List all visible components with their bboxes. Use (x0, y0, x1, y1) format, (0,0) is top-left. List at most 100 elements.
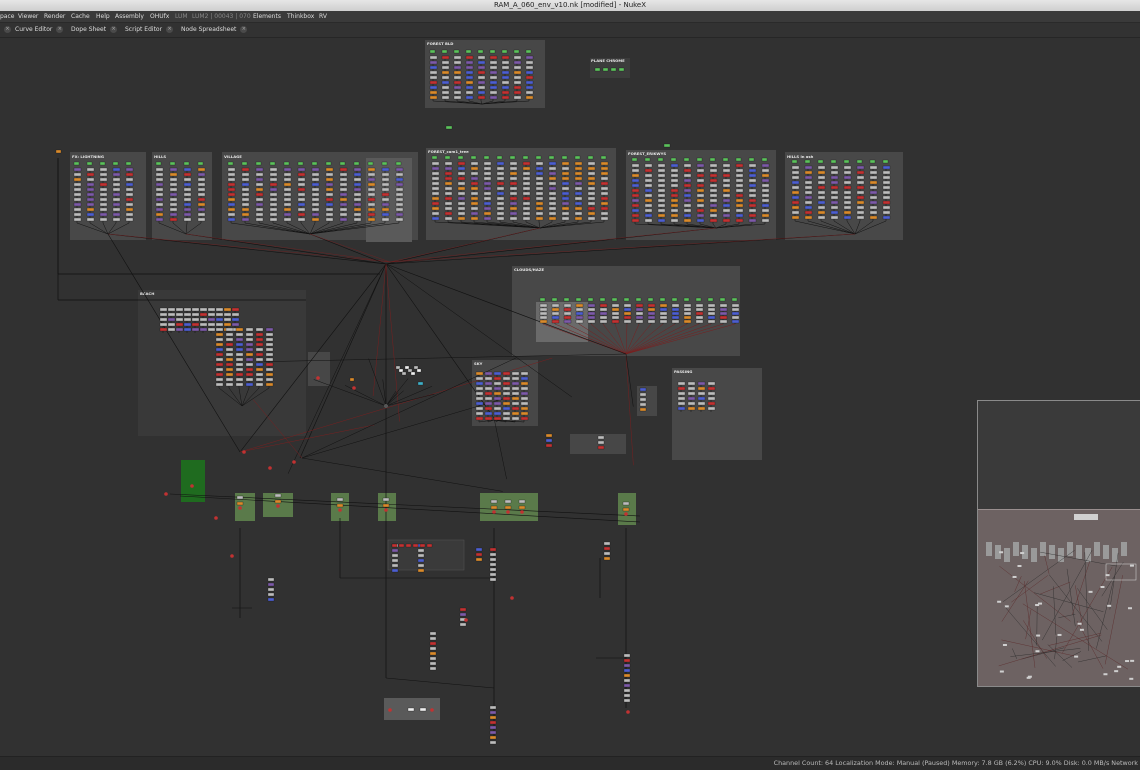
node (391, 558, 399, 563)
close-icon[interactable]: × (166, 26, 174, 33)
node (197, 177, 206, 182)
node (255, 347, 264, 352)
node-dot (352, 386, 356, 390)
node (522, 155, 529, 160)
menu-item-help[interactable]: Help (96, 11, 110, 22)
node (465, 85, 474, 90)
node (227, 217, 236, 222)
node (245, 377, 254, 382)
menu-item-rv[interactable]: RV (319, 11, 327, 22)
node (199, 317, 208, 322)
menu-item-lum2[interactable]: LUM2 | 00043 | 070 (192, 11, 251, 22)
node (597, 440, 605, 445)
node (353, 207, 362, 212)
node (561, 186, 570, 191)
node (709, 178, 718, 183)
node (241, 202, 250, 207)
node (183, 192, 192, 197)
node (856, 190, 865, 195)
close-icon[interactable]: × (240, 26, 248, 33)
node (297, 172, 306, 177)
node (735, 178, 744, 183)
minimap-viewport[interactable] (978, 509, 1140, 686)
node (707, 396, 716, 401)
tab-close-previous[interactable]: × (0, 25, 11, 35)
node (561, 211, 570, 216)
minimap-layer (986, 514, 1137, 680)
tab-script-editor[interactable]: Script Editor × (125, 25, 174, 35)
node (882, 185, 891, 190)
node (535, 186, 544, 191)
node (623, 698, 631, 703)
tab-curve-editor[interactable]: Curve Editor × (15, 25, 64, 35)
node (73, 212, 82, 217)
menu-item-workspace[interactable]: pace (0, 11, 14, 22)
node (112, 177, 121, 182)
minimap-node (1077, 622, 1082, 625)
node (520, 401, 529, 406)
node (520, 411, 529, 416)
menu-item-elements[interactable]: Elements (253, 11, 281, 22)
node (429, 85, 438, 90)
node-dot (238, 506, 242, 510)
node (511, 386, 520, 391)
node (709, 157, 716, 162)
node (367, 172, 376, 177)
tab-node-spreadsheet[interactable]: Node Spreadsheet × (181, 25, 248, 35)
close-icon[interactable]: × (4, 26, 11, 33)
node (496, 196, 505, 201)
node (830, 205, 839, 210)
node (513, 90, 522, 95)
node (431, 181, 440, 186)
node (112, 192, 121, 197)
node (539, 307, 548, 312)
node (325, 192, 334, 197)
menu-item-viewer[interactable]: Viewer (18, 11, 38, 22)
close-icon[interactable]: × (56, 26, 64, 33)
node (175, 322, 184, 327)
node (563, 311, 572, 316)
status-text: Channel Count: 64 Localization Mode: Man… (773, 759, 1138, 767)
menu-item-render[interactable]: Render (44, 11, 65, 22)
node-graph-canvas[interactable]: FOREST BLD FX: LIGHTNING HILLS VILLAGE F… (0, 38, 1140, 756)
node (520, 381, 529, 386)
minimap-node (1012, 575, 1017, 578)
node (353, 161, 360, 166)
node (623, 678, 631, 683)
node (197, 217, 206, 222)
node (683, 188, 692, 193)
node (735, 188, 744, 193)
node-graph[interactable]: FOREST BLD FX: LIGHTNING HILLS VILLAGE F… (0, 38, 1140, 756)
node (241, 161, 248, 166)
menu-item-ohufx[interactable]: OHUfx (150, 11, 169, 22)
node (501, 49, 508, 54)
node (225, 347, 234, 352)
graph-minimap[interactable] (977, 400, 1140, 687)
node (856, 185, 865, 190)
node (709, 213, 718, 218)
node (623, 297, 630, 302)
minimap-wire (1075, 585, 1083, 625)
node (199, 322, 208, 327)
menu-item-thinkbox[interactable]: Thinkbox (287, 11, 314, 22)
node (255, 377, 264, 382)
node-dot (520, 510, 524, 514)
node (199, 327, 208, 332)
node (274, 499, 282, 504)
tab-dope-sheet[interactable]: Dope Sheet × (71, 25, 118, 35)
menu-item-lum[interactable]: LUM (175, 11, 188, 22)
close-icon[interactable]: × (110, 26, 118, 33)
node (502, 411, 511, 416)
menu-item-assembly[interactable]: Assembly (115, 11, 144, 22)
node (791, 215, 800, 220)
node (112, 197, 121, 202)
node (483, 201, 492, 206)
node (683, 183, 692, 188)
node (882, 165, 891, 170)
node (73, 172, 82, 177)
node (297, 202, 306, 207)
node (623, 307, 632, 312)
node (600, 196, 609, 201)
menu-item-cache[interactable]: Cache (71, 11, 90, 22)
node (197, 172, 206, 177)
